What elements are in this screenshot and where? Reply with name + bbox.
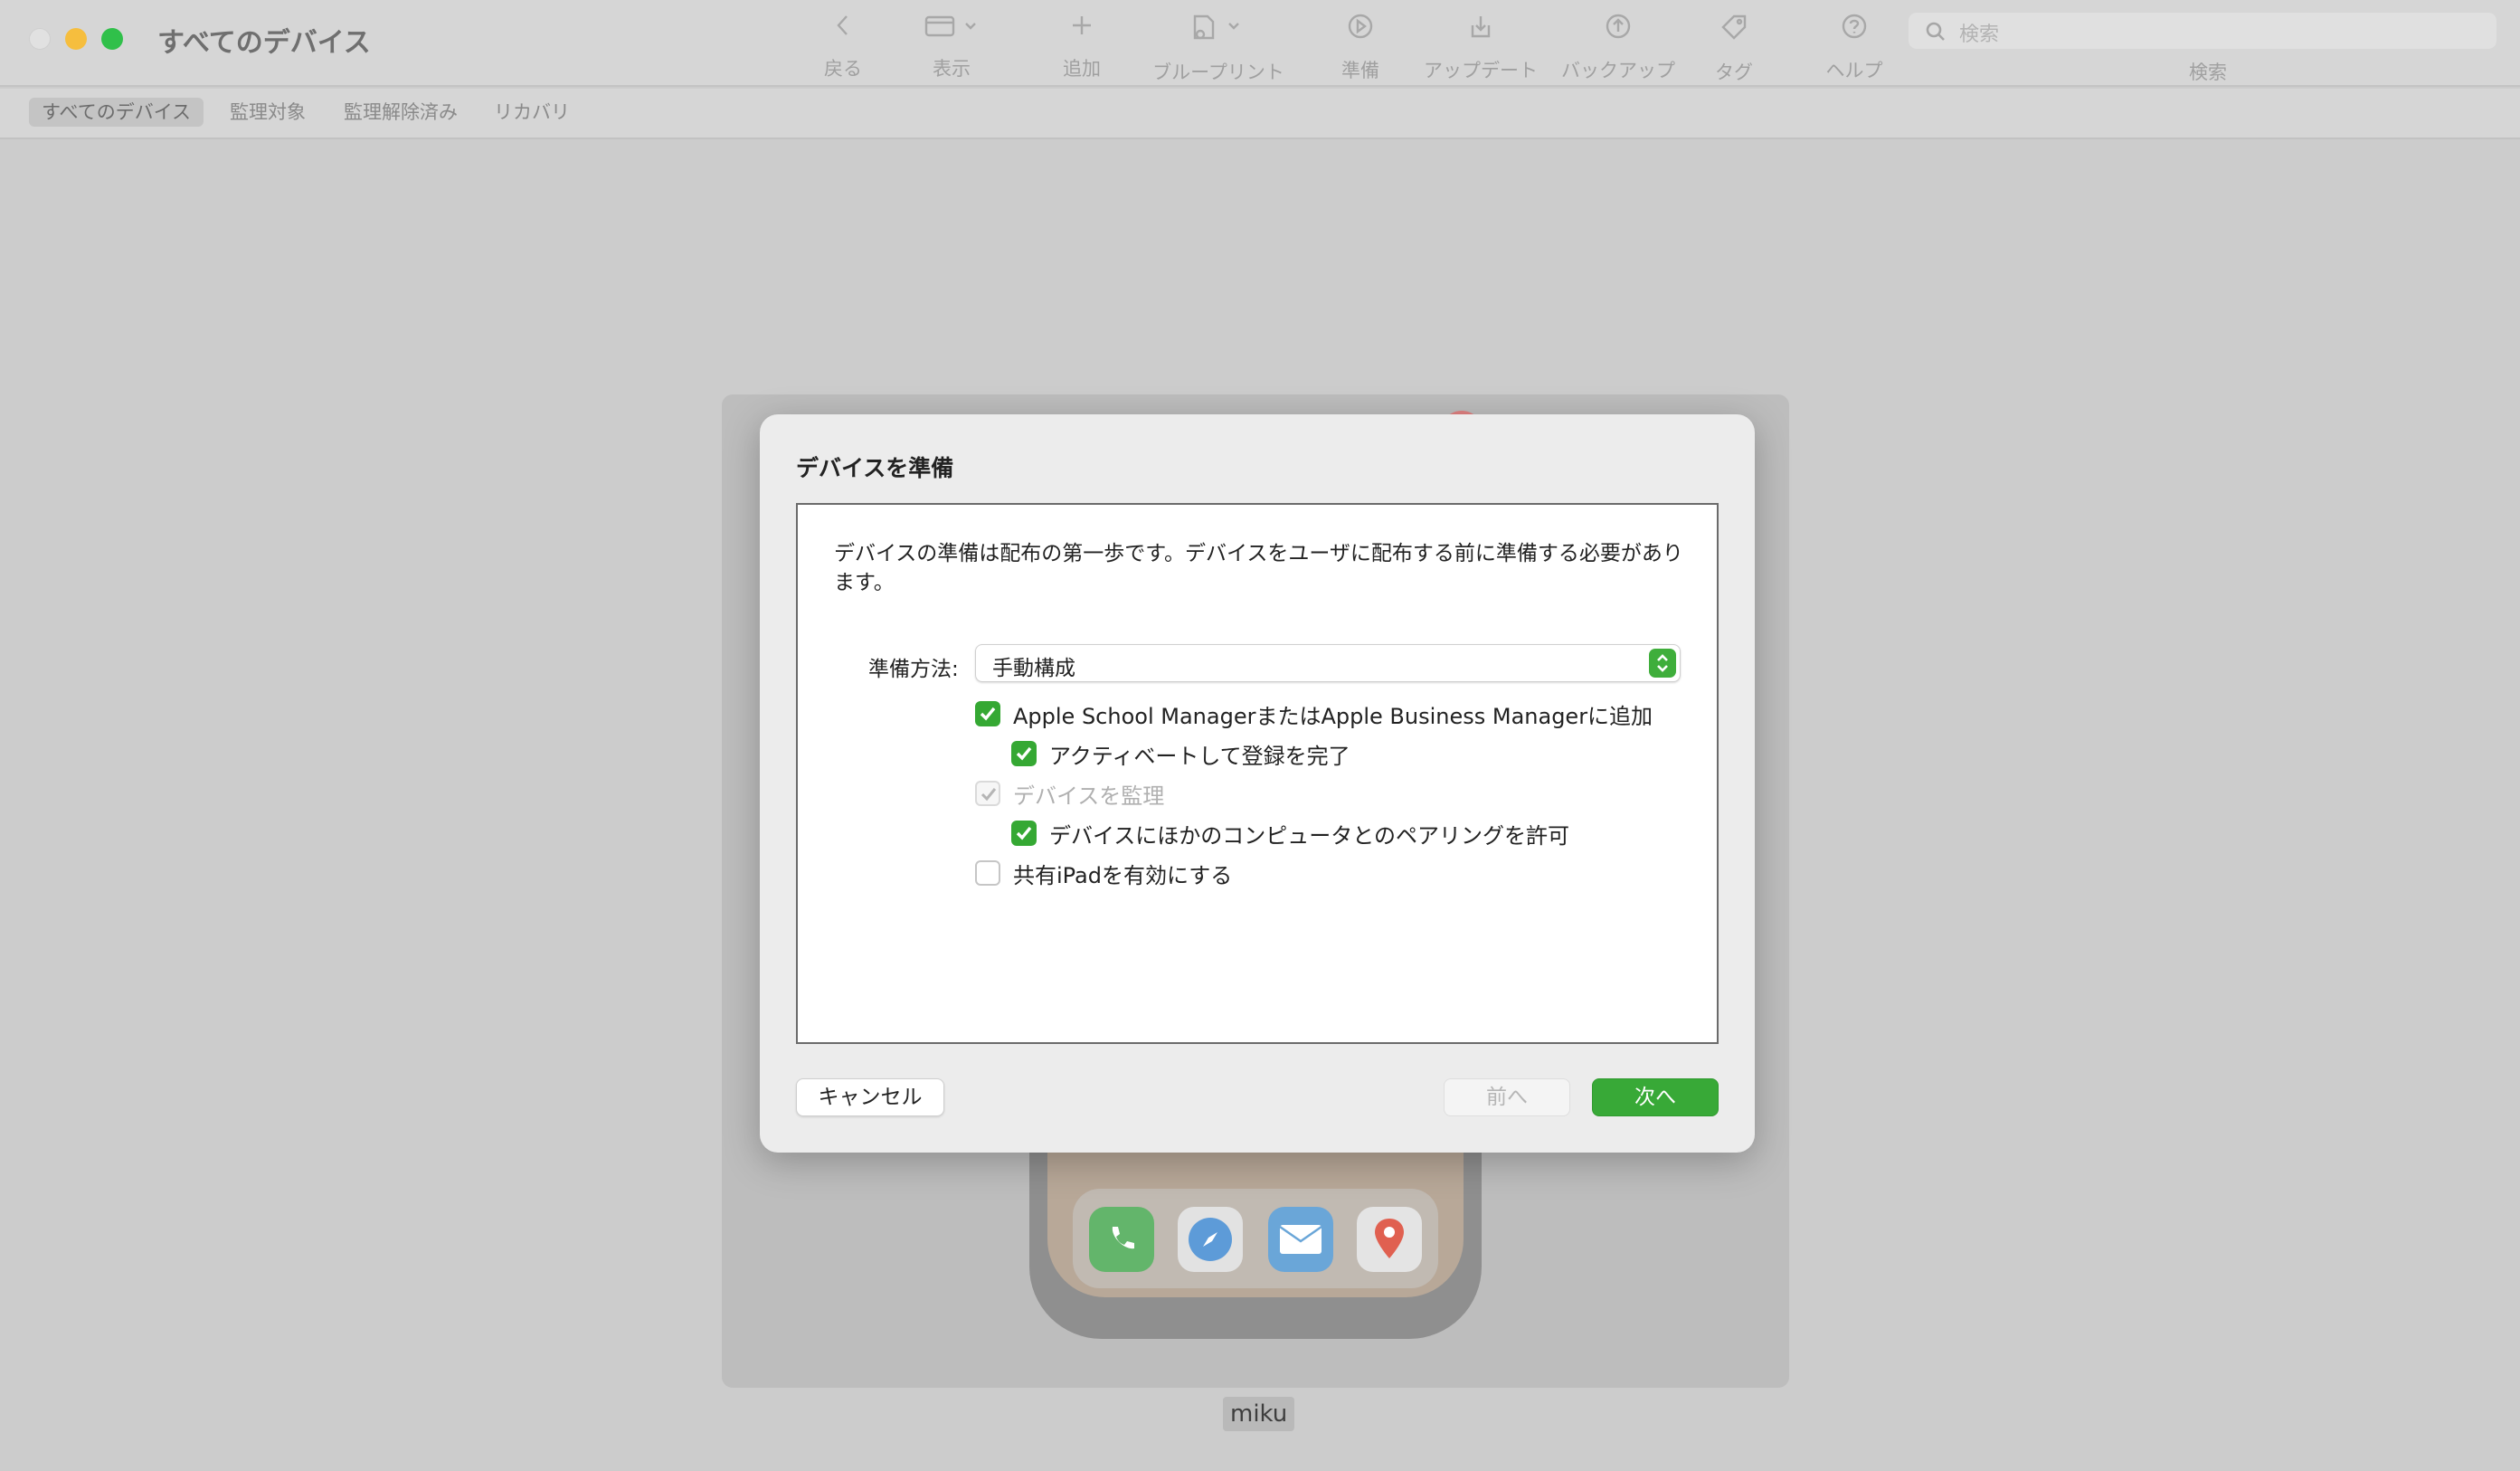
toolbar-prepare-button[interactable]: 準備 — [1328, 13, 1393, 81]
toolbar-view-label: 表示 — [933, 58, 971, 80]
toolbar-view-button[interactable]: 表示 — [914, 13, 990, 81]
maps-app-icon — [1357, 1207, 1422, 1272]
filter-all-devices[interactable]: すべてのデバイス — [29, 98, 204, 127]
option-label: デバイスにほかのコンピュータとのペアリングを許可 — [1049, 822, 1570, 849]
toolbar-tag-label: タグ — [1715, 62, 1753, 83]
toolbar-backup-button[interactable]: バックアップ — [1559, 13, 1677, 81]
toolbar-backup-label: バックアップ — [1561, 60, 1675, 81]
dialog-content-panel: デバイスの準備は配布の第一歩です。デバイスをユーザに配布する前に準備する必要があ… — [796, 503, 1719, 1044]
phone-app-icon — [1089, 1207, 1154, 1272]
option-label: Apple School ManagerまたはApple Business Ma… — [1013, 703, 1653, 729]
mail-app-icon — [1268, 1207, 1333, 1272]
next-button[interactable]: 次へ — [1592, 1078, 1719, 1116]
checkbox-supervise-device — [975, 781, 1000, 806]
filter-bar: すべてのデバイス 監理対象 監理解除済み リカバリ — [0, 89, 2520, 139]
toolbar-update-label: アップデート — [1424, 60, 1538, 81]
toolbar-blueprint-button[interactable]: ブループリント — [1151, 13, 1286, 83]
option-allow-pairing[interactable]: デバイスにほかのコンピュータとのペアリングを許可 — [1011, 818, 1569, 849]
checkbox-shared-ipad[interactable] — [975, 860, 1000, 886]
tag-icon — [1721, 14, 1747, 40]
play-circle-icon — [1348, 14, 1373, 39]
checkmark-icon — [980, 707, 996, 721]
checkbox-allow-pairing[interactable] — [1011, 821, 1037, 846]
blueprint-icon — [1193, 14, 1239, 40]
toolbar-prepare-label: 準備 — [1341, 60, 1379, 81]
checkmark-icon — [981, 788, 997, 802]
help-circle-icon — [1842, 14, 1867, 39]
prepare-method-select[interactable]: 手動構成 — [975, 644, 1681, 682]
search-icon — [1926, 22, 1945, 41]
search-label: 検索 — [2189, 62, 2227, 83]
filter-supervised[interactable]: 監理対象 — [217, 98, 318, 127]
option-label: 共有iPadを有効にする — [1013, 862, 1233, 888]
safari-app-icon — [1178, 1207, 1243, 1272]
filter-unsupervised[interactable]: 監理解除済み — [331, 98, 470, 127]
search-placeholder: 検索 — [1959, 24, 2000, 46]
checkmark-icon — [1016, 826, 1032, 840]
backup-circle-icon — [1606, 14, 1631, 39]
option-shared-ipad[interactable]: 共有iPadを有効にする — [975, 858, 1232, 888]
window-view-icon — [924, 15, 976, 37]
search-field[interactable]: 検索 — [1909, 13, 2496, 49]
option-activate-enroll[interactable]: アクティベートして登録を完了 — [1011, 738, 1350, 769]
option-supervise-device: デバイスを監理 — [975, 778, 1164, 809]
prepare-device-dialog: デバイスを準備 デバイスの準備は配布の第一歩です。デバイスをユーザに配布する前に… — [760, 414, 1755, 1153]
plus-icon — [1073, 16, 1091, 34]
option-label: デバイスを監理 — [1013, 783, 1165, 809]
cancel-button[interactable]: キャンセル — [796, 1078, 944, 1116]
toolbar-update-button[interactable]: アップデート — [1422, 13, 1539, 81]
option-label: アクティベートして登録を完了 — [1049, 743, 1350, 769]
filter-recovery[interactable]: リカバリ — [481, 98, 583, 127]
select-stepper — [1649, 649, 1676, 678]
window-zoom-button[interactable] — [101, 28, 123, 50]
chevron-updown-icon — [1657, 654, 1668, 672]
prepare-method-label: 準備方法: — [868, 658, 959, 681]
checkbox-add-to-asm-abm[interactable] — [975, 701, 1000, 726]
dialog-title: デバイスを準備 — [796, 455, 954, 481]
window-minimize-button[interactable] — [65, 28, 87, 50]
previous-button[interactable]: 前へ — [1444, 1078, 1570, 1116]
checkmark-icon — [1016, 746, 1032, 761]
dialog-description: デバイスの準備は配布の第一歩です。デバイスをユーザに配布する前に準備する必要があ… — [834, 542, 1683, 594]
chevron-left-icon — [837, 15, 848, 35]
toolbar-tag-button[interactable]: タグ — [1702, 13, 1766, 83]
toolbar-help-label: ヘルプ — [1825, 60, 1883, 81]
download-tray-icon — [1471, 16, 1491, 38]
checkbox-activate-enroll[interactable] — [1011, 741, 1037, 766]
toolbar-help-button[interactable]: ヘルプ — [1818, 13, 1890, 81]
toolbar-back-button[interactable]: 戻る — [814, 13, 872, 81]
title-bar: すべてのデバイス 戻る 表示 追加 ブループリント 準備 アップデート バックア… — [0, 0, 2520, 87]
window-title: すべてのデバイス — [157, 27, 371, 59]
option-add-to-asm-abm[interactable]: Apple School ManagerまたはApple Business Ma… — [975, 698, 1653, 729]
device-name-label[interactable]: miku — [1223, 1397, 1295, 1431]
prepare-method-value: 手動構成 — [992, 657, 1075, 680]
toolbar-blueprint-label: ブループリント — [1152, 62, 1284, 83]
toolbar-add-label: 追加 — [1063, 58, 1101, 80]
window-close-button[interactable] — [29, 28, 51, 50]
toolbar-back-label: 戻る — [824, 58, 862, 80]
toolbar-add-button[interactable]: 追加 — [1049, 13, 1114, 81]
